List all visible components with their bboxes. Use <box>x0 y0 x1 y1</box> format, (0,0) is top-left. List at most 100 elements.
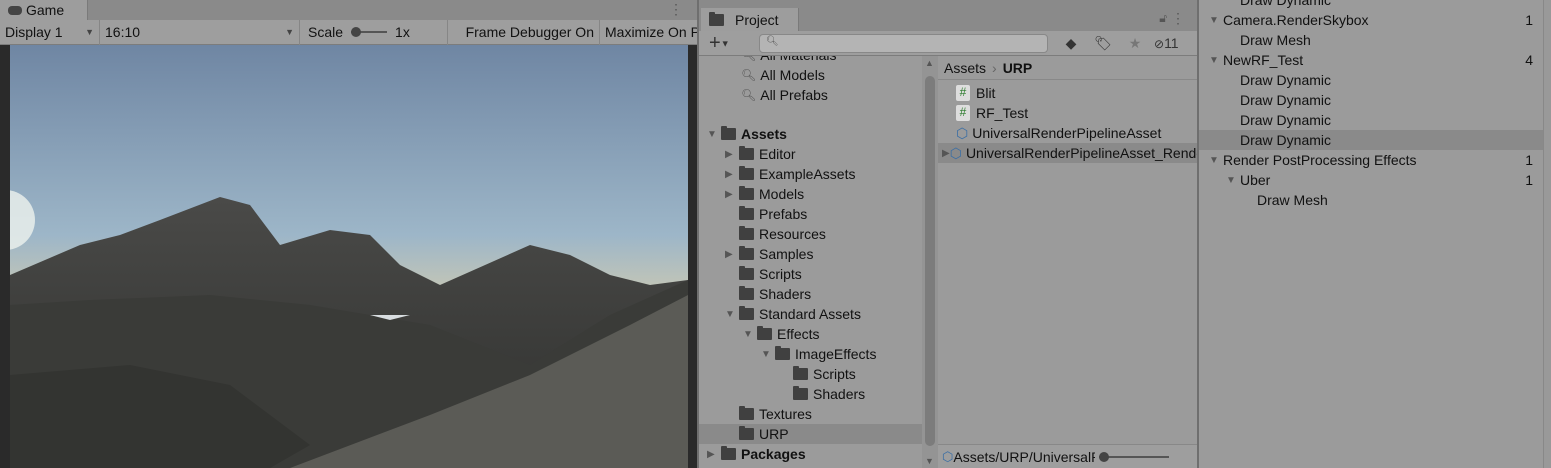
asset-label: RF_Test <box>976 105 1029 121</box>
folder-item[interactable]: Shaders <box>699 284 922 304</box>
favorite-label: All Models <box>760 67 825 83</box>
asset-item[interactable]: # RF_Test <box>938 103 1197 123</box>
folder-item[interactable]: ▶ Packages <box>699 444 922 464</box>
frame-debugger-toggle[interactable]: Frame Debugger On <box>448 19 600 45</box>
folder-item[interactable]: ▶ ExampleAssets <box>699 164 922 184</box>
expanded-arrow-icon[interactable]: ▼ <box>1209 155 1223 166</box>
game-viewport[interactable] <box>10 45 688 468</box>
breadcrumb-assets[interactable]: Assets <box>944 60 986 76</box>
asset-item[interactable]: ⬡ UniversalRenderPipelineAsset <box>938 123 1197 143</box>
folder-icon <box>739 186 754 200</box>
frame-event-row[interactable]: Draw Mesh <box>1199 30 1543 50</box>
terrain-scene <box>10 45 688 468</box>
favorites-star-icon[interactable]: ★ <box>1119 35 1151 52</box>
frame-event-row[interactable]: Draw Dynamic <box>1199 90 1543 110</box>
expanded-arrow-icon[interactable]: ▼ <box>1209 55 1223 66</box>
folder-icon <box>739 226 754 240</box>
collapsed-arrow-icon[interactable]: ▶ <box>725 189 739 200</box>
asset-item[interactable]: # Blit <box>938 83 1197 103</box>
game-toolbar: Display 1 ▼ 16:10 ▼ Scale 1x Frame Debugge… <box>0 19 697 45</box>
favorite-item[interactable]: 🔍︎ All Models <box>699 65 922 85</box>
render-pipeline-asset-icon: ⬡ <box>949 144 962 161</box>
open-folder-icon <box>721 126 736 140</box>
breadcrumb-urp[interactable]: URP <box>1003 60 1033 76</box>
expanded-arrow-icon[interactable]: ▼ <box>707 129 721 140</box>
event-label: Draw Mesh <box>1240 32 1311 48</box>
more-options-icon[interactable]: ⋮ <box>1171 10 1185 27</box>
folder-item[interactable]: ▶ Models <box>699 184 922 204</box>
expanded-arrow-icon[interactable]: ▼ <box>743 329 757 340</box>
project-tab-bar: Project 🔓︎ ⋮ <box>699 8 1197 31</box>
folder-item[interactable]: Resources <box>699 224 922 244</box>
event-label: Draw Dynamic <box>1240 112 1332 128</box>
scale-slider[interactable] <box>351 27 388 37</box>
lock-icon[interactable]: 🔓︎ <box>1159 11 1167 26</box>
favorite-item[interactable]: 🔍︎ All Prefabs <box>699 85 922 105</box>
search-input[interactable]: 🔍︎ <box>759 34 1048 53</box>
scale-value: 1x <box>395 24 410 40</box>
folder-item[interactable]: ▼ Assets <box>699 124 922 144</box>
filter-by-type-icon[interactable]: ◆ <box>1055 35 1087 52</box>
frame-event-row[interactable]: ▼ NewRF_Test 4 <box>1199 50 1543 70</box>
frame-event-row[interactable]: Draw Dynamic <box>1199 70 1543 90</box>
folder-item[interactable]: URP <box>699 424 922 444</box>
frame-event-row[interactable]: ▼ Camera.RenderSkybox 1 <box>1199 10 1543 30</box>
folder-item[interactable]: Shaders <box>699 384 922 404</box>
maximize-on-play-toggle[interactable]: Maximize On Play <box>600 20 697 45</box>
collapsed-arrow-icon[interactable]: ▶ <box>942 148 950 159</box>
frame-event-row[interactable]: Draw Dynamic <box>1199 0 1543 10</box>
frame-event-row[interactable]: Draw Dynamic <box>1199 130 1543 150</box>
folder-label: Textures <box>759 406 812 422</box>
search-icon: 🔍︎ <box>741 88 757 102</box>
folder-item[interactable]: ▼ Standard Assets <box>699 304 922 324</box>
expanded-arrow-icon[interactable]: ▼ <box>725 309 739 320</box>
frame-debugger-scrollbar[interactable] <box>1543 0 1551 468</box>
frame-event-row[interactable]: ▼ Render PostProcessing Effects 1 <box>1199 150 1543 170</box>
folder-item[interactable]: Textures <box>699 404 922 424</box>
folder-icon <box>793 366 808 380</box>
more-options-icon[interactable]: ⋮ <box>669 1 683 18</box>
folder-item[interactable]: Prefabs <box>699 204 922 224</box>
tab-game[interactable]: Game <box>0 0 88 20</box>
event-label: Draw Mesh <box>1257 192 1328 208</box>
tab-label: Game <box>26 2 65 18</box>
folder-item[interactable]: Scripts <box>699 364 922 384</box>
folder-label: Models <box>759 186 805 202</box>
asset-label: UniversalRenderPipelineAsset <box>972 125 1162 141</box>
tab-project[interactable]: Project <box>701 8 799 31</box>
collapsed-arrow-icon[interactable]: ▶ <box>725 249 739 260</box>
viewport-border <box>688 45 697 468</box>
expanded-arrow-icon[interactable]: ▼ <box>1209 15 1223 26</box>
tree-scrollbar[interactable]: ▲ ▼ <box>922 56 938 468</box>
expanded-arrow-icon[interactable]: ▼ <box>761 349 775 360</box>
icon-size-slider[interactable] <box>1099 451 1170 462</box>
event-label: Draw Dynamic <box>1240 0 1332 8</box>
event-count: 1 <box>1525 12 1533 28</box>
collapsed-arrow-icon[interactable]: ▶ <box>725 149 739 160</box>
asset-item[interactable]: ▶ ⬡ UniversalRenderPipelineAsset_Renderer <box>938 143 1197 163</box>
display-dropdown[interactable]: Display 1 ▼ <box>0 19 100 45</box>
aspect-dropdown[interactable]: 16:10 ▼ <box>100 19 300 45</box>
folder-item[interactable]: ▼ ImageEffects <box>699 344 922 364</box>
frame-event-row[interactable]: Draw Mesh <box>1199 190 1543 210</box>
folder-item[interactable]: ▼ Effects <box>699 324 922 344</box>
folder-item[interactable]: ▶ Samples <box>699 244 922 264</box>
frame-event-row[interactable]: ▼ Uber 1 <box>1199 170 1543 190</box>
folder-label: ExampleAssets <box>759 166 856 182</box>
event-label: Render PostProcessing Effects <box>1223 152 1417 168</box>
asset-label: Blit <box>976 85 996 101</box>
expanded-arrow-icon[interactable]: ▼ <box>1226 175 1240 186</box>
collapsed-arrow-icon[interactable]: ▶ <box>707 449 721 460</box>
folder-label: Assets <box>741 126 787 142</box>
collapsed-arrow-icon[interactable]: ▶ <box>725 169 739 180</box>
event-count: 1 <box>1525 152 1533 168</box>
hidden-count: 11 <box>1164 35 1179 51</box>
folder-item[interactable]: Scripts <box>699 264 922 284</box>
create-plus-button[interactable]: +▼ <box>709 32 730 55</box>
hidden-packages-toggle[interactable]: ⊘11 <box>1154 35 1179 51</box>
folder-label: Effects <box>777 326 820 342</box>
filter-by-label-icon[interactable]: 🏷︎ <box>1087 35 1119 52</box>
favorite-item[interactable]: 🔍︎ All Materials <box>699 56 922 65</box>
folder-item[interactable]: ▶ Editor <box>699 144 922 164</box>
frame-event-row[interactable]: Draw Dynamic <box>1199 110 1543 130</box>
